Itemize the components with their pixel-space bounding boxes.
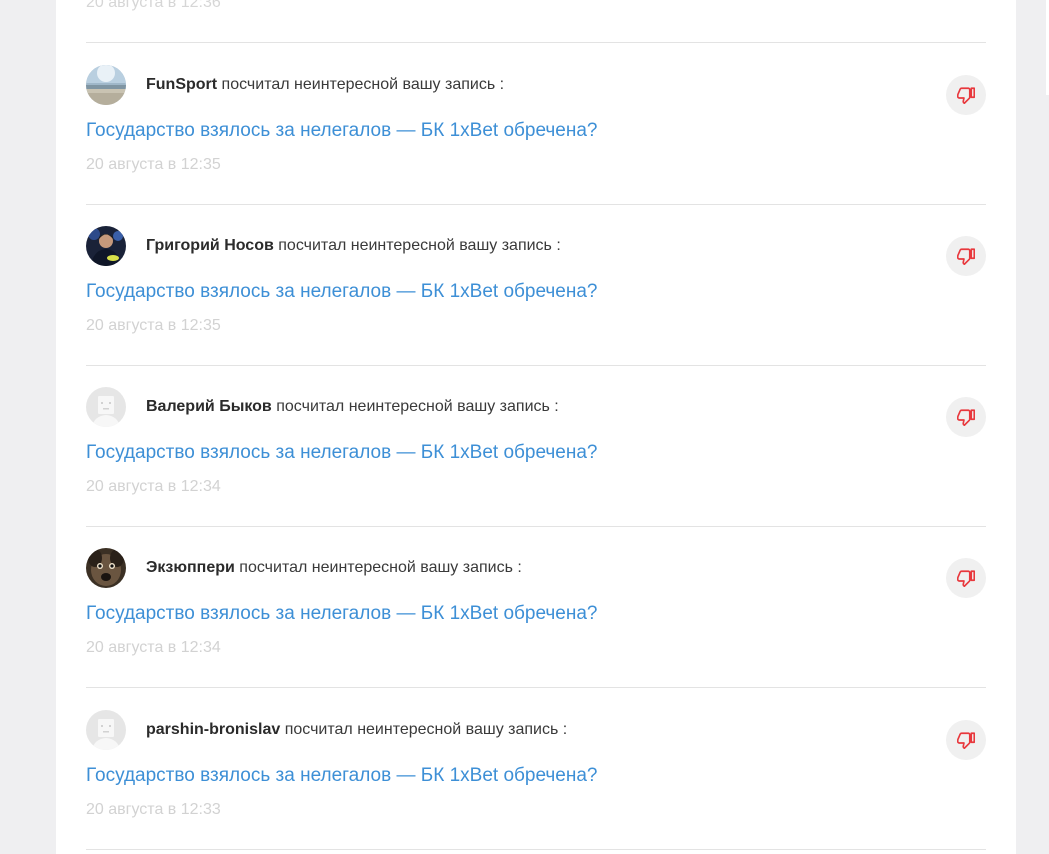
notification-item: FunSport посчитал неинтересной вашу запи…	[86, 43, 986, 204]
action-text: посчитал неинтересной вашу запись :	[278, 237, 561, 254]
timestamp: 20 августа в 12:35	[86, 317, 221, 334]
action-text: посчитал неинтересной вашу запись :	[276, 398, 559, 415]
notification-text: FunSport посчитал неинтересной вашу запи…	[146, 75, 504, 95]
notification-item: parshin-bronislav посчитал неинтересной …	[86, 688, 986, 849]
thumbs-down-icon	[957, 248, 975, 265]
notification-text: parshin-bronislav посчитал неинтересной …	[146, 720, 567, 740]
avatar[interactable]	[86, 387, 126, 427]
avatar[interactable]	[86, 548, 126, 588]
dislike-button[interactable]	[946, 75, 986, 115]
notification-item: Валерий Быков посчитал неинтересной вашу…	[86, 365, 986, 526]
timestamp: 20 августа в 12:35	[86, 156, 221, 173]
dog-photo-icon	[86, 548, 126, 588]
page: 20 августа в 12:36 FunSport посчитал неи…	[0, 0, 1049, 854]
dislike-button[interactable]	[946, 720, 986, 760]
post-title-link[interactable]: Государство взялось за нелегалов — БК 1x…	[86, 119, 598, 143]
dislike-button[interactable]	[946, 397, 986, 437]
person-photo-icon	[86, 226, 126, 266]
post-title-link[interactable]: Государство взялось за нелегалов — БК 1x…	[86, 602, 598, 626]
timestamp: 20 августа в 12:33	[86, 801, 221, 818]
user-name-link[interactable]: FunSport	[146, 76, 217, 93]
thumbs-down-icon	[957, 570, 975, 587]
dislike-button[interactable]	[946, 236, 986, 276]
avatar[interactable]	[86, 710, 126, 750]
user-name-link[interactable]: Валерий Быков	[146, 398, 272, 415]
previous-item-date: 20 августа в 12:36	[86, 0, 221, 11]
user-name-link[interactable]: parshin-bronislav	[146, 721, 280, 738]
default-avatar-icon	[86, 387, 126, 427]
dislike-button[interactable]	[946, 558, 986, 598]
divider	[86, 849, 986, 850]
avatar[interactable]	[86, 65, 126, 105]
notification-feed: 20 августа в 12:36 FunSport посчитал неи…	[56, 0, 1016, 854]
notification-text: Экзюппери посчитал неинтересной вашу зап…	[146, 558, 522, 578]
default-avatar-icon	[86, 710, 126, 750]
thumbs-down-icon	[957, 87, 975, 104]
thumbs-down-icon	[957, 732, 975, 749]
timestamp: 20 августа в 12:34	[86, 639, 221, 656]
user-name-link[interactable]: Экзюппери	[146, 559, 235, 576]
notification-item: Григорий Носов посчитал неинтересной ваш…	[86, 204, 986, 365]
timestamp: 20 августа в 12:34	[86, 478, 221, 495]
post-title-link[interactable]: Государство взялось за нелегалов — БК 1x…	[86, 280, 598, 304]
notification-text: Валерий Быков посчитал неинтересной вашу…	[146, 397, 559, 417]
avatar[interactable]	[86, 226, 126, 266]
notification-item: Экзюппери посчитал неинтересной вашу зап…	[86, 526, 986, 687]
thumbs-down-icon	[957, 409, 975, 426]
action-text: посчитал неинтересной вашу запись :	[239, 559, 522, 576]
notification-text: Григорий Носов посчитал неинтересной ваш…	[146, 236, 561, 256]
action-text: посчитал неинтересной вашу запись :	[284, 721, 568, 738]
action-text: посчитал неинтересной вашу запись :	[221, 76, 505, 93]
post-title-link[interactable]: Государство взялось за нелегалов — БК 1x…	[86, 764, 598, 788]
post-title-link[interactable]: Государство взялось за нелегалов — БК 1x…	[86, 441, 598, 465]
user-name-link[interactable]: Григорий Носов	[146, 237, 274, 254]
landscape-photo-icon	[86, 65, 126, 105]
